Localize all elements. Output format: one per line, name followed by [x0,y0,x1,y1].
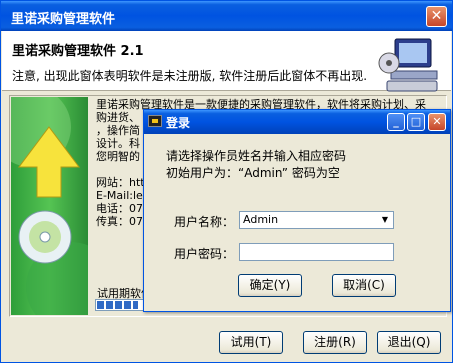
unregistered-notice: 注意, 出现此窗体表明软件是未注册版, 软件注册后此窗体不再出现. [12,69,368,83]
install-arrow-icon [11,97,88,315]
username-label: 用户名称： [174,215,235,229]
main-close-button[interactable]: ✕ [426,6,447,27]
cancel-button[interactable]: 取消(C) [332,274,396,297]
login-prompt-line1: 请选择操作员姓名并输入相应密码 [166,149,347,163]
computer-icon [378,38,438,92]
login-title-bar[interactable]: 登录 _ □ ✕ [144,110,450,134]
login-title: 登录 [166,116,191,130]
header-panel: 里诺采购管理软件 2.1 注意, 出现此窗体表明软件是未注册版, 软件注册后此窗… [2,31,451,92]
login-prompt-line2: 初始用户为：“Admin” 密码为空 [166,166,340,180]
username-select[interactable]: Admin ▼ [239,211,394,229]
app-icon [148,115,162,127]
app-title: 里诺采购管理软件 2.1 [12,44,144,59]
ok-button[interactable]: 确定(Y) [238,274,302,297]
login-dialog: 登录 _ □ ✕ 请选择操作员姓名并输入相应密码 初始用户为：“Admin” 密… [143,109,451,312]
register-button[interactable]: 注册(R) [303,331,367,354]
trial-progress-bar [95,299,145,311]
art-panel [11,97,88,315]
trial-progress-fill [97,301,139,309]
login-close-button[interactable]: ✕ [428,113,446,131]
password-input[interactable] [239,243,394,261]
password-label: 用户密码： [174,247,235,261]
trial-button[interactable]: 试用(T) [219,331,283,354]
maximize-button[interactable]: □ [407,113,425,131]
username-value: Admin [243,213,279,226]
dropdown-arrow-icon[interactable]: ▼ [377,212,393,228]
minimize-button[interactable]: _ [387,113,405,131]
main-window-title: 里诺采购管理软件 [11,12,116,27]
exit-button[interactable]: 退出(Q) [377,331,441,354]
main-title-bar[interactable]: 里诺采购管理软件 ✕ [1,1,452,31]
